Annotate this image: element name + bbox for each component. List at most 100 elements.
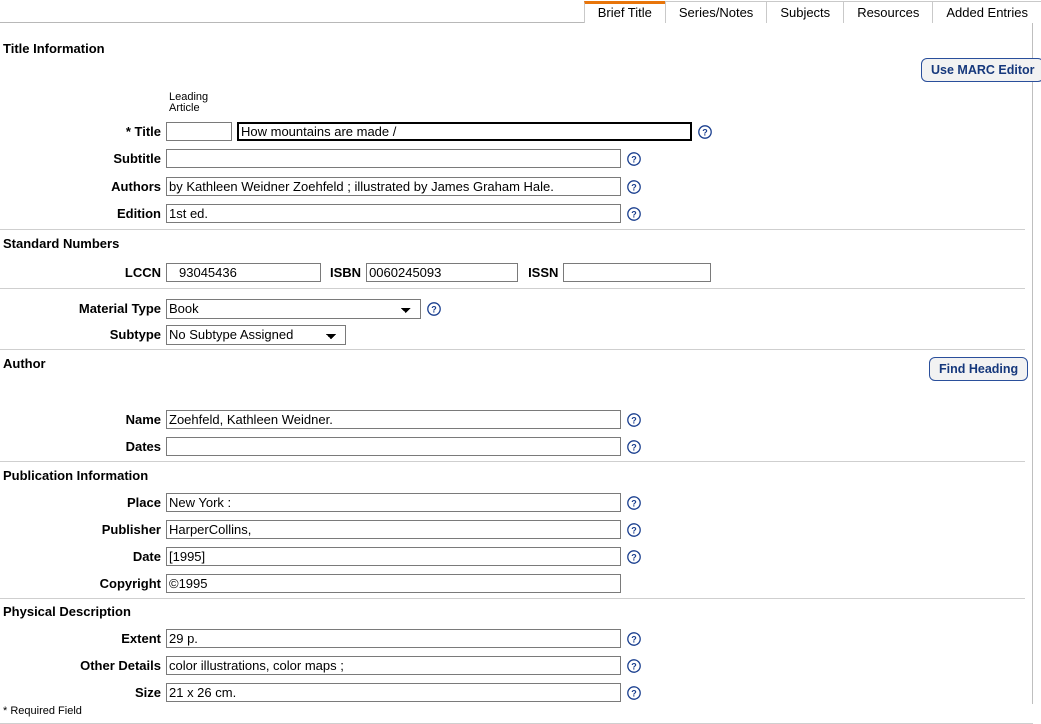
author-name-label: Name <box>0 412 166 427</box>
author-dates-row: Dates ? <box>0 433 1000 460</box>
tab-subjects[interactable]: Subjects <box>766 1 844 23</box>
svg-text:?: ? <box>631 661 637 671</box>
svg-text:?: ? <box>631 552 637 562</box>
issn-label: ISSN <box>518 265 563 280</box>
help-icon-extent[interactable]: ? <box>627 632 641 646</box>
title-row: * Title ? <box>0 118 1000 145</box>
extent-label: Extent <box>0 631 166 646</box>
place-row: Place ? <box>0 489 1000 516</box>
help-icon-other-details[interactable]: ? <box>627 659 641 673</box>
svg-text:?: ? <box>631 154 637 164</box>
other-details-label: Other Details <box>0 658 166 673</box>
subtitle-label: Subtitle <box>0 151 166 166</box>
publisher-input[interactable] <box>166 520 621 539</box>
subtype-label: Subtype <box>0 327 166 342</box>
physical-description-heading: Physical Description <box>0 604 131 619</box>
other-details-row: Other Details ? <box>0 652 1000 679</box>
svg-text:?: ? <box>631 209 637 219</box>
authors-input[interactable] <box>166 177 621 196</box>
subtype-select[interactable]: No Subtype Assigned <box>166 325 346 345</box>
svg-text:?: ? <box>431 304 437 314</box>
tab-bar: Brief Title Series/Notes Subjects Resour… <box>0 0 1041 23</box>
help-icon-place[interactable]: ? <box>627 496 641 510</box>
svg-text:?: ? <box>631 182 637 192</box>
edition-label: Edition <box>0 206 166 221</box>
svg-text:?: ? <box>702 127 708 137</box>
material-type-select[interactable]: Book <box>166 299 421 319</box>
size-label: Size <box>0 685 166 700</box>
leading-article-label: Leading Article <box>169 92 208 114</box>
svg-text:?: ? <box>631 442 637 452</box>
author-dates-input[interactable] <box>166 437 621 456</box>
edition-row: Edition ? <box>0 200 1000 227</box>
publication-information-heading: Publication Information <box>0 468 148 483</box>
isbn-label: ISBN <box>321 265 366 280</box>
extent-row: Extent ? <box>0 625 1000 652</box>
issn-input[interactable] <box>563 263 711 282</box>
required-field-note: * Required Field <box>0 705 82 717</box>
help-icon-title[interactable]: ? <box>698 125 712 139</box>
authors-label: Authors <box>0 179 166 194</box>
leading-article-input[interactable] <box>166 122 232 141</box>
tab-brief-title[interactable]: Brief Title <box>584 1 666 23</box>
svg-text:?: ? <box>631 525 637 535</box>
author-dates-label: Dates <box>0 439 166 454</box>
tab-resources[interactable]: Resources <box>843 1 933 23</box>
help-icon-author-dates[interactable]: ? <box>627 440 641 454</box>
title-input[interactable] <box>237 122 692 141</box>
divider-standard-numbers <box>0 229 1025 230</box>
help-icon-edition[interactable]: ? <box>627 207 641 221</box>
use-marc-editor-button[interactable]: Use MARC Editor <box>921 58 1041 82</box>
help-icon-authors[interactable]: ? <box>627 180 641 194</box>
authors-row: Authors ? <box>0 173 1000 200</box>
copyright-row: Copyright <box>0 570 1000 597</box>
isbn-input[interactable] <box>366 263 518 282</box>
subtitle-input[interactable] <box>166 149 621 168</box>
size-input[interactable] <box>166 683 621 702</box>
lccn-input[interactable] <box>166 263 321 282</box>
find-heading-button[interactable]: Find Heading <box>929 357 1028 381</box>
date-input[interactable] <box>166 547 621 566</box>
help-icon-subtitle[interactable]: ? <box>627 152 641 166</box>
standard-numbers-row: LCCN ISBN ISSN <box>0 259 1000 286</box>
title-label: * Title <box>0 124 166 139</box>
help-icon-date[interactable]: ? <box>627 550 641 564</box>
publisher-label: Publisher <box>0 522 166 537</box>
svg-text:?: ? <box>631 634 637 644</box>
svg-text:?: ? <box>631 498 637 508</box>
material-type-label: Material Type <box>0 301 166 316</box>
place-input[interactable] <box>166 493 621 512</box>
tab-series-notes[interactable]: Series/Notes <box>665 1 767 23</box>
lccn-label: LCCN <box>0 265 166 280</box>
author-name-input[interactable] <box>166 410 621 429</box>
help-icon-size[interactable]: ? <box>627 686 641 700</box>
edition-input[interactable] <box>166 204 621 223</box>
help-icon-material-type[interactable]: ? <box>427 302 441 316</box>
brief-title-form: Title Information Use MARC Editor Leadin… <box>0 23 1033 704</box>
author-name-row: Name ? <box>0 406 1000 433</box>
size-row: Size ? <box>0 679 1000 706</box>
help-icon-publisher[interactable]: ? <box>627 523 641 537</box>
extent-input[interactable] <box>166 629 621 648</box>
subtitle-row: Subtitle ? <box>0 145 1000 172</box>
divider-author <box>0 349 1025 350</box>
help-icon-author-name[interactable]: ? <box>627 413 641 427</box>
author-heading: Author <box>0 356 46 371</box>
place-label: Place <box>0 495 166 510</box>
divider-material <box>0 288 1025 289</box>
divider-publication <box>0 461 1025 462</box>
other-details-input[interactable] <box>166 656 621 675</box>
copyright-label: Copyright <box>0 576 166 591</box>
material-type-row: Material Type Book ? <box>0 295 1000 322</box>
divider-physical <box>0 598 1025 599</box>
copyright-input[interactable] <box>166 574 621 593</box>
title-information-heading: Title Information <box>0 41 105 56</box>
date-label: Date <box>0 549 166 564</box>
svg-text:?: ? <box>631 688 637 698</box>
date-row: Date ? <box>0 543 1000 570</box>
publisher-row: Publisher ? <box>0 516 1000 543</box>
standard-numbers-heading: Standard Numbers <box>0 236 119 251</box>
subtype-row: Subtype No Subtype Assigned <box>0 321 1000 348</box>
svg-text:?: ? <box>631 415 637 425</box>
tab-added-entries[interactable]: Added Entries <box>932 1 1041 23</box>
